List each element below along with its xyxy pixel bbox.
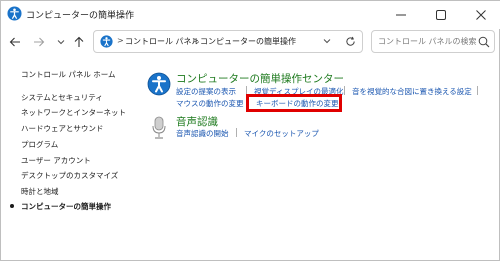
link-separator	[236, 128, 237, 137]
forward-button[interactable]	[29, 32, 49, 52]
refresh-icon	[345, 36, 355, 46]
link-suggested-settings[interactable]: 設定の提案の表示	[176, 86, 236, 97]
link-change-mouse[interactable]: マウスの動作の変更	[176, 98, 244, 109]
maximize-button[interactable]	[421, 1, 461, 29]
link-setup-microphone[interactable]: マイクのセットアップ	[244, 128, 319, 139]
sidebar-item-system-security[interactable]: システムとセキュリティ	[21, 92, 103, 103]
minimize-button[interactable]	[381, 1, 421, 29]
address-dropdown-button[interactable]	[319, 30, 335, 52]
sidebar-item-ease-of-access[interactable]: コンピューターの簡単操作	[21, 201, 111, 212]
chevron-down-icon	[323, 39, 331, 44]
title-bar: コンピューターの簡単操作	[1, 1, 500, 29]
ease-of-access-icon	[100, 35, 113, 48]
navigation-bar: > コントロール パネル > コンピューターの簡単操作 コントロール パネルの検…	[1, 29, 500, 55]
link-separator	[344, 86, 345, 95]
window-title: コンピューターの簡単操作	[26, 11, 135, 21]
up-button[interactable]	[69, 32, 89, 52]
sidebar-item-hardware-sound[interactable]: ハードウェアとサウンド	[21, 123, 103, 134]
highlight-annotation	[246, 94, 342, 112]
breadcrumb-separator: >	[117, 36, 124, 45]
minimize-icon	[396, 14, 406, 16]
sidebar-item-desktop-customization[interactable]: デスクトップのカスタマイズ	[21, 170, 118, 181]
microphone-icon[interactable]	[151, 116, 167, 140]
control-panel-window: コンピューターの簡単操作 > コントロール パネル > コンピューターの簡単操作…	[0, 0, 500, 261]
arrow-left-icon	[9, 37, 20, 47]
close-icon	[476, 10, 486, 20]
search-input[interactable]: コントロール パネルの検索	[371, 30, 495, 53]
sidebar-item-control-panel-home[interactable]: コントロール パネル ホーム	[21, 69, 116, 80]
main-content: コンピューターの簡単操作センター 設定の提案の表示 視覚ディスプレイの最適化 音…	[141, 55, 500, 262]
link-replace-sounds-visual-cues[interactable]: 音を視覚的な合図に置き換える設定	[352, 86, 472, 97]
sidebar: コントロール パネル ホーム システムとセキュリティ ネットワークとインターネッ…	[1, 55, 141, 262]
recent-locations-button[interactable]	[51, 32, 71, 52]
current-item-bullet	[10, 204, 14, 208]
ease-of-access-icon[interactable]	[147, 72, 171, 96]
chevron-down-icon	[57, 40, 65, 45]
back-button[interactable]	[5, 32, 25, 52]
search-icon[interactable]	[478, 36, 490, 48]
link-start-speech-recognition[interactable]: 音声認識の開始	[176, 128, 229, 139]
breadcrumb-ease-of-access[interactable]: コンピューターの簡単操作	[200, 36, 296, 47]
close-button[interactable]	[461, 1, 500, 29]
refresh-button[interactable]	[341, 30, 359, 52]
sidebar-item-network-internet[interactable]: ネットワークとインターネット	[21, 107, 126, 118]
link-separator	[477, 86, 478, 95]
search-placeholder: コントロール パネルの検索	[378, 37, 477, 46]
sidebar-item-user-accounts[interactable]: ユーザー アカウント	[21, 155, 91, 166]
breadcrumb-separator: >	[192, 36, 199, 45]
maximize-icon	[436, 10, 446, 20]
breadcrumb-control-panel[interactable]: コントロール パネル	[125, 36, 200, 47]
category-title-ease-of-access-center[interactable]: コンピューターの簡単操作センター	[176, 71, 344, 86]
sidebar-item-clock-region[interactable]: 時計と地域	[21, 186, 59, 197]
arrow-up-icon	[74, 36, 84, 47]
category-title-speech-recognition[interactable]: 音声認識	[176, 114, 218, 129]
ease-of-access-icon	[7, 6, 22, 21]
arrow-right-icon	[34, 37, 45, 47]
sidebar-item-programs[interactable]: プログラム	[21, 139, 58, 150]
